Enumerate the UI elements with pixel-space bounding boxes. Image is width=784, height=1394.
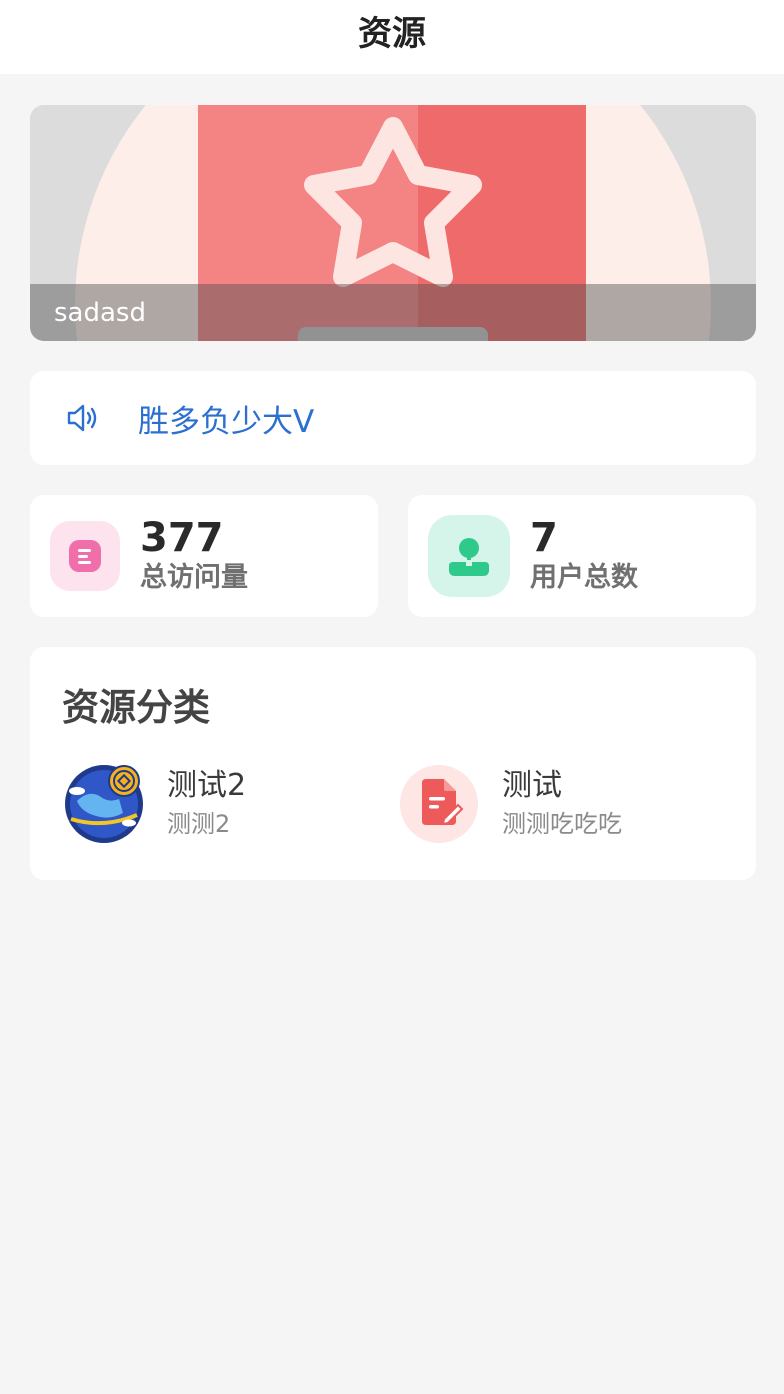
category-item[interactable]: 测试2 测测2 bbox=[63, 763, 246, 845]
category-desc: 测测吃吃吃 bbox=[502, 810, 622, 838]
notice-bar[interactable]: 胜多负少大V bbox=[30, 371, 756, 465]
category-desc: 测测2 bbox=[167, 810, 231, 838]
category-name: 测试 bbox=[502, 768, 562, 803]
visits-count: 377 bbox=[140, 515, 224, 561]
category-name: 测试2 bbox=[167, 768, 247, 803]
stat-card-visits: 377 总访问量 bbox=[30, 495, 378, 617]
stat-card-users: 7 用户总数 bbox=[408, 495, 756, 617]
document-edit-icon bbox=[400, 765, 478, 843]
category-item[interactable]: 测试 测测吃吃吃 bbox=[398, 763, 622, 845]
speaker-icon bbox=[66, 401, 100, 435]
visits-label: 总访问量 bbox=[140, 562, 248, 593]
section-title: 资源分类 bbox=[62, 686, 210, 729]
banner-carousel[interactable]: sadasd bbox=[30, 105, 756, 341]
notice-text: 胜多负少大V bbox=[138, 403, 315, 440]
users-count: 7 bbox=[530, 515, 558, 561]
page-title: 资源 bbox=[358, 13, 426, 54]
top-bar: 资源 bbox=[0, 0, 784, 74]
users-label: 用户总数 bbox=[530, 562, 638, 593]
banner-caption: sadasd bbox=[54, 297, 146, 328]
banner-caption-bar: sadasd bbox=[30, 284, 756, 341]
globe-coin-icon bbox=[65, 765, 143, 843]
menu-doc-icon bbox=[50, 521, 120, 591]
user-icon bbox=[428, 515, 510, 597]
category-section: 资源分类 测试2 测测2 测试 测测吃吃吃 bbox=[30, 647, 756, 880]
